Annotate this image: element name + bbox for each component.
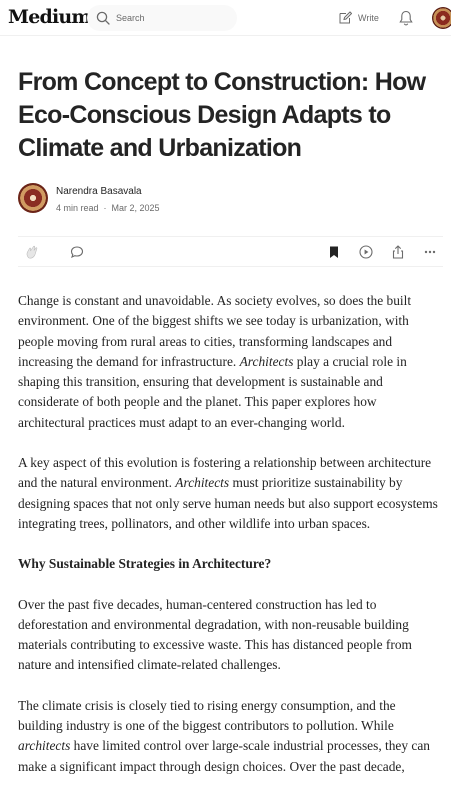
- write-icon: [339, 11, 352, 24]
- paragraph-3: Over the past five decades, human-center…: [18, 596, 412, 673]
- search-box[interactable]: [87, 5, 237, 31]
- more-options-icon[interactable]: [422, 244, 438, 260]
- search-icon: [96, 11, 110, 25]
- paragraph-2: A key aspect of this evolution is foster…: [18, 455, 438, 531]
- meta-separator: ·: [103, 203, 107, 213]
- publish-date: Mar 2, 2025: [111, 203, 160, 213]
- user-avatar[interactable]: [432, 7, 451, 29]
- clap-icon[interactable]: [24, 244, 40, 260]
- notifications-bell-icon[interactable]: [398, 9, 414, 27]
- medium-logo[interactable]: Medium: [8, 6, 92, 28]
- article-body: Change is constant and unavoidable. As s…: [18, 291, 443, 797]
- share-icon[interactable]: [390, 244, 406, 260]
- read-time: 4 min read: [56, 203, 99, 213]
- author-name[interactable]: Narendra Basavala: [56, 186, 142, 197]
- comment-icon[interactable]: [69, 244, 85, 260]
- paragraph-4: The climate crisis is closely tied to ri…: [18, 697, 430, 774]
- author-avatar[interactable]: [18, 183, 48, 213]
- article-action-bar: [18, 236, 443, 267]
- article-meta: 4 min read · Mar 2, 2025: [56, 203, 160, 213]
- top-navigation-bar: Medium Write: [0, 0, 451, 36]
- article-title: From Concept to Construction: How Eco-Co…: [18, 68, 426, 162]
- paragraph-1: Change is constant and unavoidable. As s…: [18, 293, 412, 430]
- bookmark-icon[interactable]: [326, 244, 342, 260]
- search-input[interactable]: [116, 9, 226, 27]
- write-button[interactable]: Write: [338, 9, 379, 27]
- listen-play-icon[interactable]: [358, 244, 374, 260]
- write-label: Write: [358, 13, 379, 23]
- section-heading: Why Sustainable Strategies in Architectu…: [18, 556, 272, 572]
